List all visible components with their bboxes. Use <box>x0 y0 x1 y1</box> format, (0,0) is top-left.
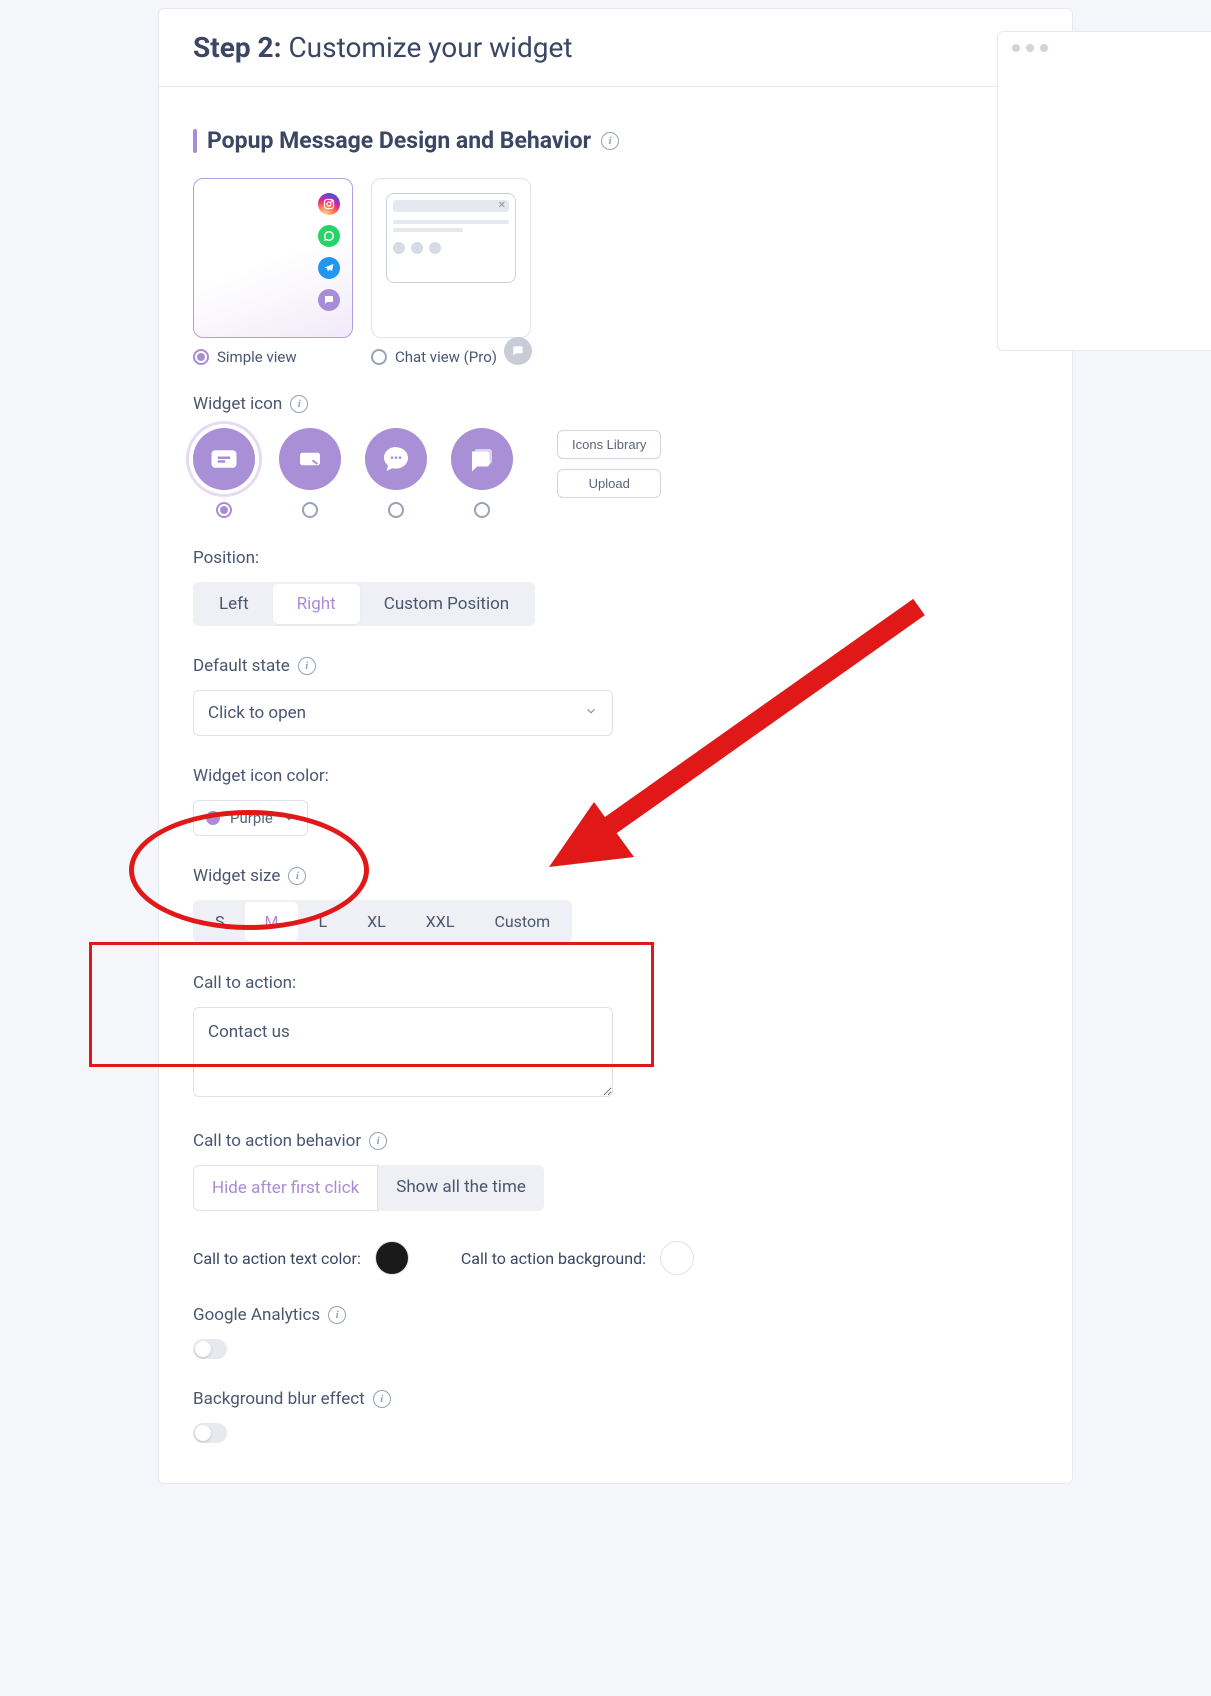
cta-bg-color-label: Call to action background: <box>461 1249 646 1268</box>
icon-choice-4[interactable] <box>451 428 513 518</box>
icon-color-field: Widget icon color: Purple <box>193 766 1038 836</box>
info-icon[interactable]: i <box>373 1390 391 1408</box>
widget-icon-field: Widget icon i <box>193 394 1038 518</box>
size-xl[interactable]: XL <box>347 902 406 941</box>
position-segmented: Left Right Custom Position <box>193 582 535 626</box>
ga-toggle[interactable] <box>193 1339 227 1359</box>
ga-label: Google Analytics <box>193 1305 320 1325</box>
cta-bg-color-swatch[interactable] <box>660 1241 694 1275</box>
cta-behavior-segmented: Hide after first click Show all the time <box>193 1165 544 1211</box>
cta-textarea[interactable] <box>193 1007 613 1097</box>
whatsapp-icon <box>318 225 340 247</box>
chat-view-card[interactable]: ✕ <box>371 178 531 338</box>
position-custom[interactable]: Custom Position <box>360 584 533 624</box>
info-icon[interactable]: i <box>288 867 306 885</box>
widget-size-label: Widget size <box>193 866 280 886</box>
bg-blur-label: Background blur effect <box>193 1389 365 1409</box>
icons-library-button[interactable]: Icons Library <box>557 430 661 459</box>
size-m[interactable]: M <box>245 902 299 941</box>
icon-choice-1[interactable] <box>193 428 255 518</box>
default-state-field: Default state i Click to open <box>193 656 1038 736</box>
icon-color-picker[interactable]: Purple <box>193 800 308 836</box>
position-right[interactable]: Right <box>273 584 360 624</box>
chevron-down-icon <box>584 703 598 723</box>
chat-badge-icon <box>504 337 532 365</box>
cta-behavior-label: Call to action behavior <box>193 1131 361 1151</box>
bg-blur-field: Background blur effect i <box>193 1389 1038 1443</box>
simple-view-label: Simple view <box>217 348 297 366</box>
widget-size-field: Widget size i S M L XL XXL Custom <box>193 866 1038 943</box>
position-left[interactable]: Left <box>195 584 273 624</box>
cta-colors-row: Call to action text color: Call to actio… <box>193 1241 1038 1275</box>
default-state-value: Click to open <box>208 703 306 723</box>
telegram-icon <box>318 257 340 279</box>
info-icon[interactable]: i <box>298 657 316 675</box>
simple-view-radio[interactable] <box>193 349 209 365</box>
view-options-group: Simple view ✕ <box>193 178 1038 366</box>
position-field: Position: Left Right Custom Position <box>193 548 1038 626</box>
size-segmented: S M L XL XXL Custom <box>193 900 572 943</box>
icon-choice-3[interactable] <box>365 428 427 518</box>
instagram-icon <box>318 193 340 215</box>
default-state-label: Default state <box>193 656 290 676</box>
main-config-card: Step 2: Customize your widget Popup Mess… <box>158 8 1073 1484</box>
chat-preview-thumb: ✕ <box>386 193 516 283</box>
cta-behavior-hide[interactable]: Hide after first click <box>193 1165 378 1211</box>
color-swatch-icon <box>206 811 220 825</box>
size-custom[interactable]: Custom <box>474 902 570 941</box>
preview-pane <box>997 31 1211 351</box>
chat-view-radio[interactable] <box>371 349 387 365</box>
info-icon[interactable]: i <box>290 395 308 413</box>
chat-view-label: Chat view (Pro) <box>395 348 497 366</box>
info-icon[interactable]: i <box>328 1306 346 1324</box>
bg-blur-toggle[interactable] <box>193 1423 227 1443</box>
window-traffic-dots <box>998 32 1211 64</box>
cta-behavior-show[interactable]: Show all the time <box>378 1165 544 1211</box>
section-title-row: Popup Message Design and Behavior i <box>193 127 1038 154</box>
annotation-arrow <box>419 587 939 907</box>
upload-button[interactable]: Upload <box>557 469 661 498</box>
icon-choice-3-radio[interactable] <box>388 502 404 518</box>
default-state-select[interactable]: Click to open <box>193 690 613 736</box>
step-header: Step 2: Customize your widget <box>159 9 1072 87</box>
size-xxl[interactable]: XXL <box>406 902 475 941</box>
icon-choice-2-radio[interactable] <box>302 502 318 518</box>
position-label: Position: <box>193 548 259 568</box>
section-accent <box>193 129 197 153</box>
step-title: Customize your widget <box>288 31 572 64</box>
size-s[interactable]: S <box>195 902 245 941</box>
cta-text-color-swatch[interactable] <box>375 1241 409 1275</box>
cta-text-color-label: Call to action text color: <box>193 1249 361 1268</box>
cta-label: Call to action: <box>193 973 296 993</box>
chevron-down-icon <box>283 812 295 824</box>
icon-choice-2[interactable] <box>279 428 341 518</box>
widget-icon-label: Widget icon <box>193 394 282 414</box>
google-analytics-field: Google Analytics i <box>193 1305 1038 1359</box>
cta-behavior-field: Call to action behavior i Hide after fir… <box>193 1131 1038 1211</box>
icon-color-label: Widget icon color: <box>193 766 329 786</box>
info-icon[interactable]: i <box>369 1132 387 1150</box>
chat-icon <box>318 289 340 311</box>
size-l[interactable]: L <box>298 902 347 941</box>
info-icon[interactable]: i <box>601 132 619 150</box>
icon-choice-4-radio[interactable] <box>474 502 490 518</box>
icon-color-name: Purple <box>230 809 273 827</box>
icon-choice-1-radio[interactable] <box>216 502 232 518</box>
simple-view-card[interactable] <box>193 178 353 338</box>
step-prefix: Step 2: <box>193 31 282 64</box>
section-title: Popup Message Design and Behavior <box>207 127 591 154</box>
close-icon: ✕ <box>498 200 506 211</box>
cta-field: Call to action: <box>193 973 1038 1101</box>
